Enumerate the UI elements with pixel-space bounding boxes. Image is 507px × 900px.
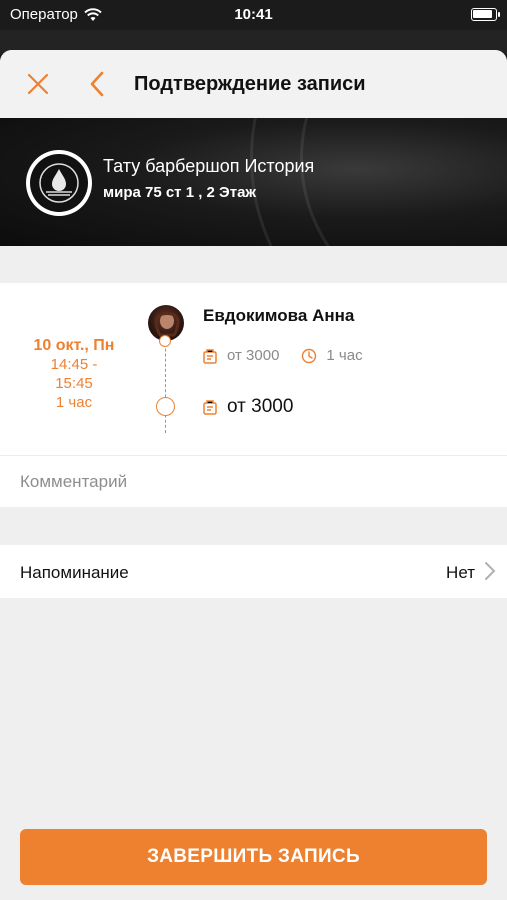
salon-logo-icon [39, 163, 79, 203]
booking-confirmation-sheet: Подтверждение записи Тату барбершоп Исто… [0, 50, 507, 900]
master-name: Евдокимова Анна [203, 306, 355, 325]
clock-icon [302, 348, 317, 363]
header-bar: Подтверждение записи [0, 50, 507, 118]
reminder-label: Напоминание [20, 563, 129, 582]
status-bar: Оператор 10:41 [0, 0, 507, 30]
salon-logo [26, 150, 92, 216]
service-duration: 1 час [326, 347, 363, 364]
reminder-value: Нет [446, 563, 475, 582]
battery-icon [471, 8, 500, 21]
salon-banner: Тату барбершоп История мира 75 ст 1 , 2 … [0, 118, 507, 246]
booking-time-start: 14:45 - [50, 356, 98, 373]
timeline-dot [159, 335, 171, 347]
booking-date: 10 окт., Пн [33, 337, 115, 354]
booking-details-card: 10 окт., Пн 14:45 - 15:45 1 час Евдокимо… [0, 283, 507, 455]
price-tag-icon [203, 400, 217, 415]
reminder-row[interactable]: Напоминание Нет [0, 545, 507, 598]
total-price: от 3000 [227, 396, 294, 417]
close-button[interactable] [22, 68, 54, 100]
status-time: 10:41 [234, 6, 273, 23]
booking-datetime: 10 окт., Пн 14:45 - 15:45 1 час [16, 336, 132, 412]
comment-input[interactable] [20, 456, 490, 508]
service-info-row: от 3000 1 час [203, 347, 363, 364]
total-price-row: от 3000 [203, 396, 293, 418]
timeline-dot [156, 397, 175, 416]
price-tag-icon [203, 348, 217, 364]
comment-field-container [0, 455, 507, 508]
salon-address: мира 75 ст 1 , 2 Этаж [103, 184, 257, 201]
booking-duration: 1 час [55, 394, 93, 411]
close-icon [27, 73, 49, 95]
chevron-right-icon [485, 562, 496, 580]
page-title: Подтверждение записи [134, 73, 366, 95]
back-button[interactable] [82, 68, 114, 100]
chevron-left-icon [90, 71, 104, 97]
salon-name: Тату барбершоп История [103, 156, 315, 176]
finish-booking-button[interactable]: ЗАВЕРШИТЬ ЗАПИСЬ [20, 829, 487, 885]
service-price: от 3000 [227, 347, 280, 364]
booking-time-end: 15:45 [55, 375, 93, 392]
banner-decoration [250, 118, 507, 246]
